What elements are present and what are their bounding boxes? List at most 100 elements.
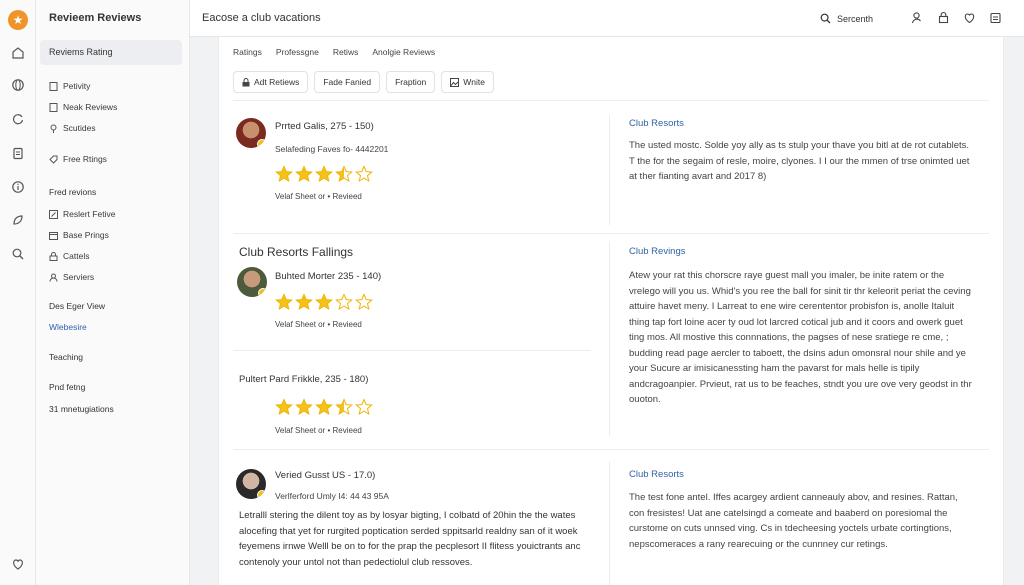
leaf-icon[interactable] (9, 211, 27, 229)
sidebar-item-petivity[interactable]: Petivity (49, 81, 90, 91)
reviewer-name: Prrted Galis, 275 - 150) (275, 121, 374, 132)
search-icon (820, 13, 831, 24)
sidebar-item-teaching[interactable]: Teaching (49, 352, 83, 362)
search-label: Sercenth (837, 13, 874, 24)
heart-icon[interactable] (962, 10, 976, 24)
sidebar-item-neak-reviews[interactable]: Neak Reviews (49, 102, 117, 112)
sidebar-item-scutides[interactable]: Scutides (49, 123, 96, 133)
image-icon (450, 77, 460, 87)
filter-label: Fraption (395, 77, 427, 87)
search-icon[interactable] (9, 245, 27, 263)
filter-fade-fanied[interactable]: Fade Fanied (314, 71, 381, 93)
panel-title[interactable]: Club Resorts (629, 118, 684, 129)
filter-label: Wnite (463, 77, 486, 87)
tab-professgne[interactable]: Professgne (276, 47, 319, 57)
star-icon (275, 293, 293, 311)
review-text: Letralll stering the dilent toy as by lo… (239, 510, 581, 568)
star-rating (275, 293, 373, 311)
avatar (237, 267, 267, 297)
main-content: Ratings Professgne Retiws Anolgie Review… (218, 37, 1004, 585)
filter-wnite[interactable]: Wnite (441, 71, 495, 93)
lock-icon[interactable] (936, 10, 950, 24)
user-icon (49, 273, 58, 282)
refresh-icon[interactable] (9, 110, 27, 128)
sidebar-item-reslert-fetive[interactable]: Reslert Fetive (49, 209, 115, 219)
panel-text: The usted mostc. Solde yoy ally as ts st… (629, 140, 970, 182)
star-icon (355, 165, 373, 183)
globe-icon[interactable] (9, 76, 27, 94)
document-icon (49, 102, 58, 112)
calendar-icon (49, 231, 58, 240)
column-divider (609, 115, 610, 225)
pin-icon (49, 124, 58, 133)
divider (233, 100, 989, 101)
sidebar-item-label: Serviers (63, 272, 95, 282)
avatar (236, 118, 266, 148)
tab-anolgie-reviews[interactable]: Anolgie Reviews (372, 47, 435, 57)
tag-icon (49, 155, 58, 164)
tab-bar: Ratings Professgne Retiws Anolgie Review… (233, 47, 435, 57)
tab-retiws[interactable]: Retiws (333, 47, 359, 57)
divider (233, 233, 989, 234)
sidebar-item-base-prings[interactable]: Base Prings (49, 230, 109, 240)
verified-label: Velaf Sheet or • Revieed (275, 320, 362, 329)
sidebar-section-heading: Des Eger View (49, 301, 106, 311)
reviewer-meta: Verlferford Umly I4: 44 43 95A (275, 491, 389, 501)
panel-text: Atew your rat this chorscre raye guest m… (629, 270, 972, 405)
star-rating (275, 165, 373, 183)
sidebar-item-free-ratings[interactable]: Free Rtings (49, 154, 107, 164)
sidebar-item-cattels[interactable]: Cattels (49, 251, 89, 261)
sidebar-link-website[interactable]: Wlebesire (49, 322, 87, 332)
info-icon[interactable] (9, 178, 27, 196)
verified-label: Velaf Sheet or • Revieed (275, 426, 362, 435)
home-icon[interactable] (9, 44, 27, 62)
panel-text: The test fone antel. Iffes acargey ardie… (629, 492, 958, 550)
star-icon (335, 165, 353, 183)
divider (233, 449, 989, 450)
star-icon (315, 398, 333, 416)
star-icon (295, 398, 313, 416)
sidebar-item-label: Cattels (63, 251, 90, 261)
lock-icon (49, 251, 58, 261)
filter-adt-retiews[interactable]: Adt Retiews (233, 71, 309, 93)
star-icon (315, 165, 333, 183)
edit-icon (49, 209, 58, 219)
sidebar-item-pnd-feting[interactable]: Pnd fetng (49, 382, 85, 392)
page-title: Eacose a club vacations (202, 12, 321, 24)
panel-title[interactable]: Club Revings (629, 246, 686, 257)
clipboard-icon[interactable] (9, 144, 27, 162)
divider (233, 350, 591, 351)
sidebar-item-label: Scutides (63, 123, 96, 133)
reviewer-name: Veried Gusst US - 17.0) (275, 470, 376, 481)
panel-title[interactable]: Club Resorts (629, 469, 684, 480)
icon-rail: ★ (0, 0, 36, 585)
column-divider (609, 461, 610, 585)
notes-icon[interactable] (988, 10, 1002, 24)
user-search-icon[interactable] (910, 10, 924, 24)
filter-label: Adt Retiews (254, 77, 300, 87)
star-icon (335, 398, 353, 416)
sidebar-item-active[interactable]: Reviems Rating (40, 40, 182, 65)
search-button[interactable]: Sercenth (810, 8, 890, 29)
sidebar-item-label: Free Rtings (63, 154, 107, 164)
heart-icon[interactable] (9, 555, 27, 573)
sidebar-item-mnetugiations[interactable]: 31 mnetugiations (49, 404, 114, 414)
reviewer-name: Buhted Morter 235 - 140) (275, 271, 382, 282)
document-icon (49, 81, 58, 91)
filter-label: Fade Fanied (323, 77, 372, 87)
star-icon (355, 398, 373, 416)
star-icon (315, 293, 333, 311)
section-title: Club Resorts Fallings (239, 245, 354, 259)
star-icon (335, 293, 353, 311)
filter-fraption[interactable]: Fraption (386, 71, 436, 93)
tab-ratings[interactable]: Ratings (233, 47, 262, 57)
column-divider (609, 241, 610, 436)
sidebar-item-label: Base Prings (63, 230, 109, 240)
sidebar-item-label: Petivity (63, 81, 91, 91)
star-rating (275, 398, 373, 416)
app-logo-icon[interactable]: ★ (8, 10, 28, 30)
star-icon (275, 398, 293, 416)
star-icon (295, 165, 313, 183)
sidebar-item-serviers[interactable]: Serviers (49, 272, 94, 282)
sidebar-item-label: Neak Reviews (63, 102, 118, 112)
